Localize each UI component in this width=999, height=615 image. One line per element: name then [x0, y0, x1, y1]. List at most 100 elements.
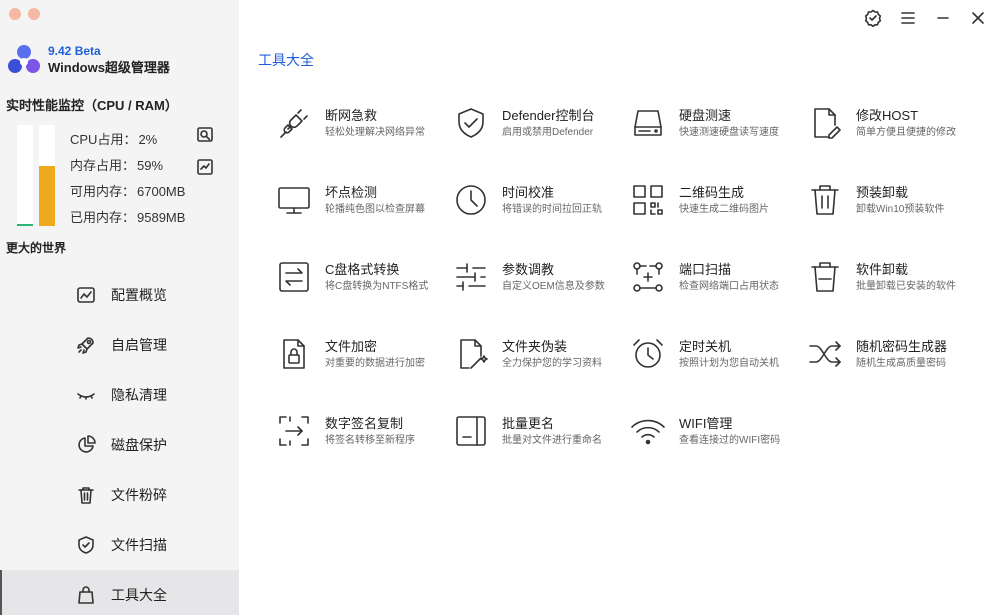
sidebar-item-file-scan[interactable]: 文件扫描 — [0, 520, 239, 570]
tool-desc: 将签名转移至新程序 — [325, 435, 415, 446]
file-edit-icon — [814, 108, 841, 139]
cpu-usage-fill — [17, 223, 33, 226]
signature-copy-icon — [279, 416, 309, 446]
close-icon — [971, 12, 984, 24]
tool-desc: 批量对文件进行重命名 — [502, 435, 602, 446]
used-memory-value: 9589MB — [137, 210, 186, 225]
window-dot-close[interactable] — [9, 8, 21, 20]
trash-icon — [78, 487, 94, 504]
tool-desc: 将错误的时间拉回正轨 — [502, 204, 602, 215]
tool-defender-console[interactable]: Defender控制台 启用或禁用Defender — [453, 98, 630, 175]
tool-network-rescue[interactable]: 断网急救 轻松处理解决网络异常 — [276, 98, 453, 175]
sidebar-item-toolbox[interactable]: 工具大全 — [0, 570, 239, 615]
cpu-value: 2% — [138, 132, 158, 147]
tool-signature-copy[interactable]: 数字签名复制 将签名转移至新程序 — [276, 406, 453, 483]
plug-icon — [280, 109, 308, 138]
tool-desc: 卸载Win10预装软件 — [856, 204, 945, 215]
sidebar-item-label: 配置概览 — [111, 287, 167, 303]
monitor-icon — [278, 187, 310, 214]
tool-file-encrypt[interactable]: 文件加密 对重要的数据进行加密 — [276, 329, 453, 406]
tool-desc: 随机生成高质量密码 — [856, 358, 946, 369]
shuffle-icon — [809, 341, 841, 367]
sidebar-item-label: 磁盘保护 — [111, 437, 167, 453]
sidebar-nav: 配置概览 自启管理 隐私清理 磁盘保护 文件粉碎 文件扫描 工具大全 — [0, 270, 239, 615]
slogan: 更大的世界 — [6, 241, 67, 255]
tool-batch-rename[interactable]: 批量更名 批量对文件进行重命名 — [453, 406, 630, 483]
sidebar-item-disk-protect[interactable]: 磁盘保护 — [0, 420, 239, 470]
verified-button[interactable] — [859, 5, 886, 32]
tool-time-sync[interactable]: 时间校准 将错误的时间拉回正轨 — [453, 175, 630, 252]
menu-button[interactable] — [894, 5, 921, 32]
tool-desc: 简单方便且便捷的修改 — [856, 127, 956, 138]
sidebar-item-overview[interactable]: 配置概览 — [0, 270, 239, 320]
tool-name: 硬盘测速 — [679, 108, 732, 123]
tool-name: C盘格式转换 — [325, 262, 400, 277]
tool-desc: 快速生成二维码图片 — [679, 204, 769, 215]
eye-closed-icon — [77, 393, 95, 400]
alarm-clock-icon — [633, 339, 663, 368]
sidebar: 9.42 Beta Windows超级管理器 实时性能监控（CPU / RAM）… — [0, 0, 239, 615]
tool-desc: 全力保护您的学习资料 — [502, 358, 602, 369]
app-name: Windows超级管理器 — [48, 60, 170, 75]
tool-desc: 将C盘转换为NTFS格式 — [325, 281, 429, 292]
tool-parameter-tune[interactable]: 参数调教 自定义OEM信息及参数 — [453, 252, 630, 329]
tool-name: 修改HOST — [856, 108, 919, 123]
hard-drive-icon — [634, 110, 662, 136]
tool-name: 文件夹伪装 — [502, 339, 568, 354]
verified-icon — [864, 9, 881, 27]
tool-edit-host[interactable]: 修改HOST 简单方便且便捷的修改 — [807, 98, 984, 175]
tool-software-uninstall[interactable]: 软件卸载 批量卸载已安装的软件 — [807, 252, 984, 329]
sidebar-item-label: 隐私清理 — [111, 387, 167, 403]
memory-monitor-icon[interactable] — [196, 158, 214, 176]
page-title: 工具大全 — [258, 52, 314, 68]
cpu-label: CPU占用： — [70, 132, 137, 147]
tool-desc: 检查网络端口占用状态 — [679, 281, 779, 292]
bag-icon — [78, 586, 94, 604]
memory-usage-bar — [39, 125, 55, 226]
tool-wifi-manager[interactable]: WIFI管理 查看连接过的WIFI密码 — [630, 406, 807, 483]
tool-disk-speed[interactable]: 硬盘测速 快速测速硬盘读写速度 — [630, 98, 807, 175]
minimize-button[interactable] — [929, 5, 956, 32]
pie-chart-icon — [78, 435, 96, 453]
tool-name: 随机密码生成器 — [856, 339, 948, 354]
close-button[interactable] — [964, 5, 991, 32]
sidebar-item-privacy[interactable]: 隐私清理 — [0, 370, 239, 420]
menu-icon — [900, 12, 915, 24]
cpu-monitor-icon[interactable] — [196, 126, 214, 144]
rename-icon — [456, 416, 486, 446]
file-lock-icon — [283, 339, 305, 369]
tool-preinstall-uninstall[interactable]: 预装卸载 卸载Win10预装软件 — [807, 175, 984, 252]
memory-label: 内存占用： — [70, 158, 136, 173]
memory-usage-fill — [39, 166, 55, 226]
trash-icon — [811, 262, 839, 292]
wifi-icon — [631, 419, 665, 445]
app-logo-icon — [8, 45, 40, 73]
tool-folder-disguise[interactable]: 文件夹伪装 全力保护您的学习资料 — [453, 329, 630, 406]
tool-port-scan[interactable]: 端口扫描 检查网络端口占用状态 — [630, 252, 807, 329]
window-controls — [859, 0, 999, 36]
tool-desc: 查看连接过的WIFI密码 — [679, 435, 781, 446]
tool-scheduled-shutdown[interactable]: 定时关机 按照计划为您自动关机 — [630, 329, 807, 406]
tool-name: 参数调教 — [502, 262, 555, 277]
tool-grid: 断网急救 轻松处理解决网络异常 Defender控制台 启用或禁用Defende… — [276, 98, 984, 483]
window-dot-minimize[interactable] — [28, 8, 40, 20]
shield-check-icon — [458, 108, 484, 138]
clock-icon — [456, 185, 486, 215]
tool-name: WIFI管理 — [679, 416, 733, 431]
tool-desc: 轻松处理解决网络异常 — [325, 127, 425, 138]
tool-password-generator[interactable]: 随机密码生成器 随机生成高质量密码 — [807, 329, 984, 406]
sidebar-item-label: 自启管理 — [111, 337, 167, 353]
tool-name: 定时关机 — [679, 339, 732, 354]
available-memory-value: 6700MB — [137, 184, 186, 199]
sidebar-item-startup[interactable]: 自启管理 — [0, 320, 239, 370]
tool-name: 批量更名 — [502, 416, 555, 431]
tool-dead-pixel[interactable]: 坏点检测 轮播纯色图以检查屏幕 — [276, 175, 453, 252]
tool-qr-code[interactable]: 二维码生成 快速生成二维码图片 — [630, 175, 807, 252]
trash-icon — [811, 185, 839, 215]
tool-c-drive-convert[interactable]: C盘格式转换 将C盘转换为NTFS格式 — [276, 252, 453, 329]
tool-name: 预装卸载 — [856, 185, 909, 200]
tool-name: 文件加密 — [325, 339, 378, 354]
qr-code-icon — [633, 185, 663, 215]
sidebar-item-file-shred[interactable]: 文件粉碎 — [0, 470, 239, 520]
tool-desc: 自定义OEM信息及参数 — [502, 281, 605, 292]
